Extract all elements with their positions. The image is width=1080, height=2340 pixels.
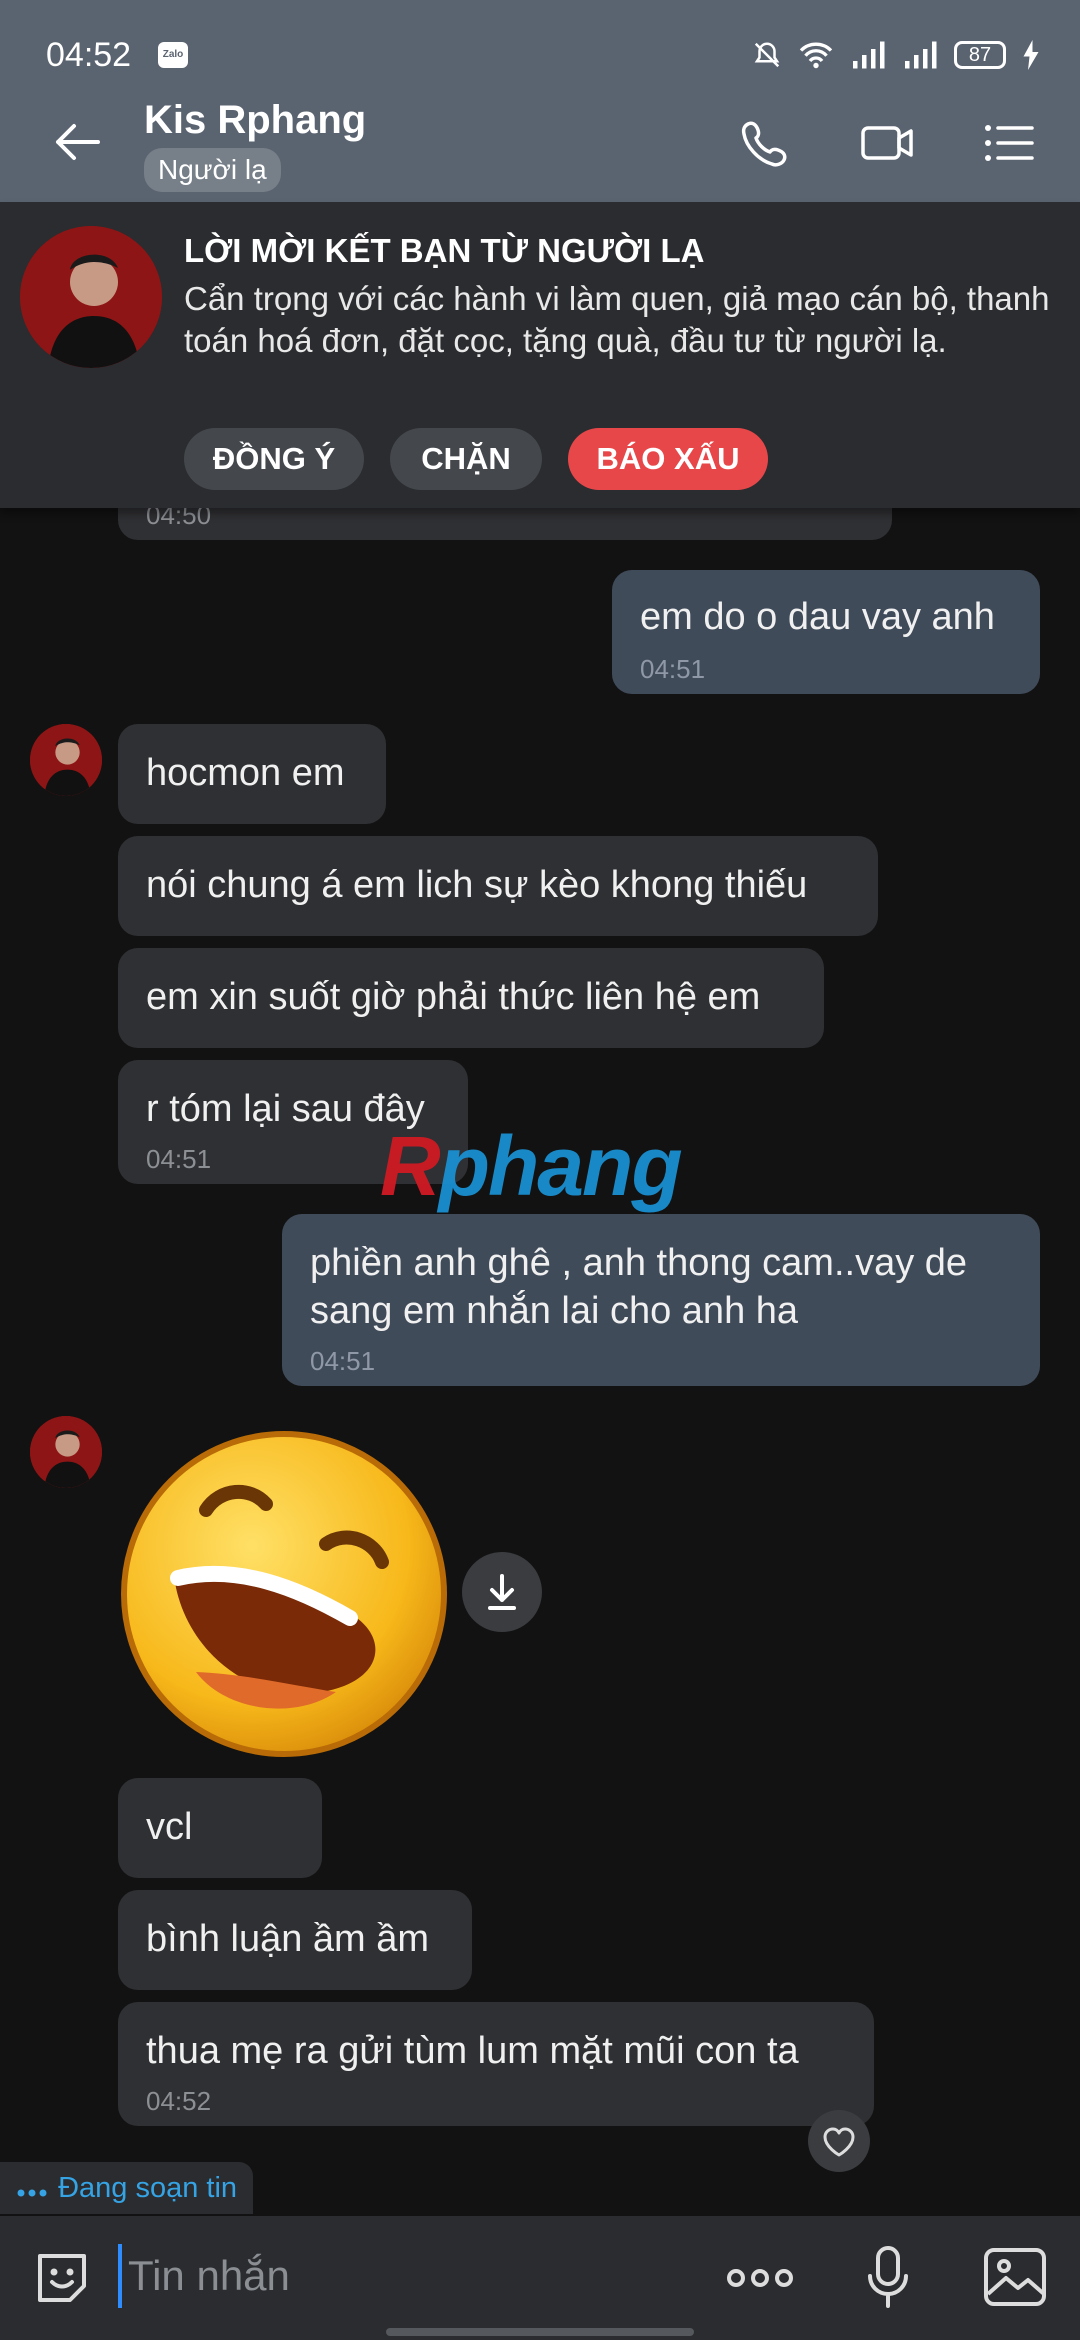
watermark-logo: Rphang — [380, 1119, 683, 1213]
message-time: 04:52 — [146, 2086, 212, 2116]
zalo-notification-icon: Zalo — [158, 42, 188, 68]
message-bubble-received[interactable]: thua mẹ ra gửi tùm lum mặt mũi con ta 04… — [118, 2002, 874, 2126]
message-text: em do o dau vay anh — [640, 596, 995, 638]
microphone-icon[interactable] — [862, 2244, 914, 2310]
accept-button[interactable]: ĐỒNG Ý — [184, 428, 364, 490]
home-indicator[interactable] — [386, 2328, 694, 2336]
message-time: 04:51 — [310, 1346, 376, 1376]
phone-icon[interactable] — [738, 118, 792, 168]
message-text: nói chung á em lich sự kèo khong thiếu — [146, 864, 808, 906]
react-heart-button[interactable] — [808, 2110, 870, 2172]
menu-list-icon[interactable] — [982, 118, 1036, 168]
status-icons: 87 — [752, 38, 1040, 72]
typing-indicator: Đang soạn tin — [0, 2162, 254, 2214]
message-time: 04:51 — [146, 1144, 212, 1174]
message-text: bình luận ầm ầm — [146, 1918, 430, 1960]
stranger-tag: Người lạ — [144, 148, 281, 192]
message-bubble-received[interactable]: hocmon em — [118, 724, 386, 824]
battery-icon: 87 — [954, 41, 1006, 69]
message-bubble-sent[interactable]: phiền anh ghê , anh thong cam..vay de sa… — [282, 1214, 1040, 1386]
signal-icon-2 — [905, 41, 937, 69]
typing-dots-icon — [17, 2189, 47, 2197]
avatar[interactable] — [30, 724, 102, 796]
image-icon[interactable] — [982, 2246, 1048, 2308]
charging-icon — [1023, 40, 1039, 70]
message-bubble-received[interactable]: nói chung á em lich sự kèo khong thiếu — [118, 836, 878, 936]
message-text: hocmon em — [146, 752, 345, 794]
signal-icon — [853, 41, 885, 69]
friend-request-panel: LỜI MỜI KẾT BẠN TỪ NGƯỜI LẠ Cẩn trọng vớ… — [0, 202, 1080, 508]
more-options-icon[interactable] — [724, 2256, 796, 2300]
message-bubble-sent[interactable]: em do o dau vay anh 04:51 — [612, 570, 1040, 694]
message-text: sang em nhắn lai cho anh ha — [310, 1290, 799, 1332]
request-title: LỜI MỜI KẾT BẠN TỪ NGƯỜI LẠ — [184, 232, 705, 269]
status-time: 04:52 — [46, 36, 132, 74]
message-bubble-received[interactable]: bình luận ầm ầm — [118, 1890, 472, 1990]
chat-header: Kis Rphang Người lạ — [0, 82, 1080, 202]
message-input-bar: Tin nhắn — [0, 2216, 1080, 2340]
back-arrow-icon[interactable] — [52, 120, 102, 164]
download-button[interactable] — [462, 1552, 542, 1632]
request-warning-text: Cẩn trọng với các hành vi làm quen, giả … — [184, 280, 1050, 359]
contact-name[interactable]: Kis Rphang — [144, 98, 366, 143]
wifi-icon — [799, 42, 833, 69]
message-text: em xin suốt giờ phải thức liên hệ em — [146, 976, 761, 1018]
message-time: 04:51 — [640, 654, 706, 684]
message-input[interactable]: Tin nhắn — [118, 2244, 678, 2308]
bell-off-icon — [754, 42, 780, 68]
sticker-icon[interactable] — [32, 2248, 92, 2308]
message-text: phiền anh ghê , anh thong cam..vay de — [310, 1242, 968, 1284]
message-bubble-received[interactable]: em xin suốt giờ phải thức liên hệ em — [118, 948, 824, 1048]
video-call-icon[interactable] — [860, 118, 914, 168]
status-bar: 04:52 Zalo 87 — [0, 0, 1080, 82]
avatar[interactable] — [30, 1416, 102, 1488]
report-button[interactable]: BÁO XẤU — [568, 428, 768, 490]
typing-text: Đang soạn tin — [58, 2172, 238, 2204]
message-text: thua mẹ ra gửi tùm lum mặt mũi con ta — [146, 2030, 799, 2072]
message-bubble-received[interactable]: vcl — [118, 1778, 322, 1878]
laughing-emoji-sticker[interactable] — [116, 1426, 452, 1762]
avatar[interactable] — [20, 226, 162, 368]
message-text: vcl — [146, 1806, 193, 1848]
block-button[interactable]: CHẶN — [390, 428, 542, 490]
